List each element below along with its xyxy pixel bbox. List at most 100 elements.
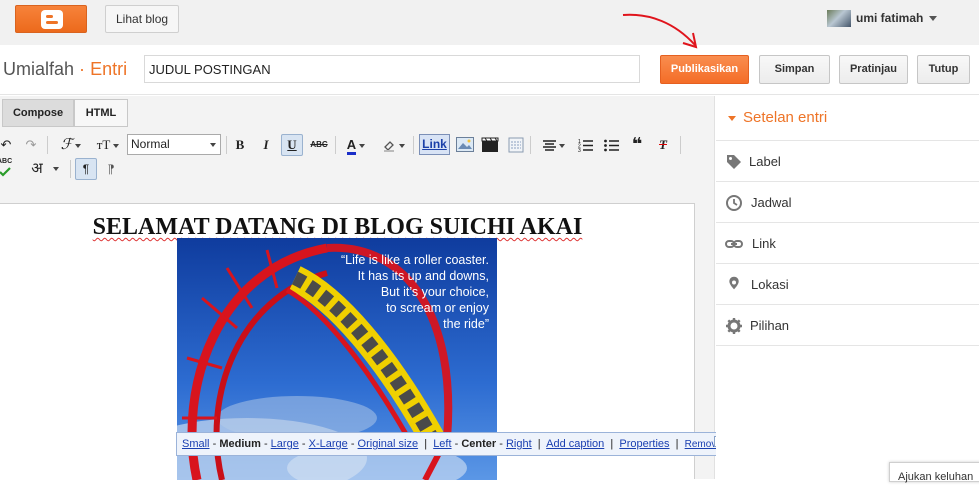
separator: | [424,438,428,450]
add-caption-link[interactable]: Add caption [546,438,604,450]
clock-icon [726,195,742,211]
left-to-right-button[interactable]: ¶ [75,158,97,180]
insert-jump-break-icon[interactable] [508,137,524,153]
post-settings-title: Setelan entri [743,109,828,126]
link-icon [725,240,743,248]
quote-line: to scream or enjoy [386,301,489,315]
remove-formatting-icon[interactable]: T [654,135,672,155]
chevron-down-icon [929,16,937,21]
sidebar-item-text: Pilihan [750,318,790,333]
chevron-down-icon [52,167,59,172]
post-title-input[interactable] [144,55,640,83]
sidebar-item-options[interactable]: Pilihan [716,305,979,346]
insert-video-icon[interactable] [481,137,499,153]
post-heading: SELAMAT DATANG DI BLOG SUICHI AKAI [92,214,583,240]
post-settings-header[interactable]: Setelan entri [716,96,979,141]
svg-text:3: 3 [578,148,581,152]
underline-button[interactable]: U [281,134,303,156]
bullet-list-icon[interactable] [604,138,619,152]
text-color-button[interactable]: A [341,135,371,155]
blockquote-icon[interactable]: ❝ [628,134,646,154]
quote-line: It has its up and downs, [357,269,489,283]
avatar [827,10,851,27]
separator: | [610,438,614,450]
numbered-list-icon[interactable]: 123 [578,138,593,152]
post-editor: Compose HTML ↶ ↷ ℱ тT Normal B I U ABC A… [0,96,715,480]
chevron-down-icon [359,143,366,148]
font-size-button[interactable]: тT [92,135,124,155]
blog-name[interactable]: Umialfah [3,59,74,79]
bold-button[interactable]: B [232,135,248,155]
close-button[interactable]: Tutup [917,55,970,84]
toolbar-separator [335,136,336,154]
breadcrumb-separator: · [79,59,86,79]
size-small-link[interactable]: Small [182,438,210,450]
sidebar-item-text: Jadwal [751,195,792,210]
link-button[interactable]: Link [419,134,450,155]
align-center-icon [543,139,556,151]
spell-check-icon: ABC [0,158,13,165]
separator: - [212,438,217,450]
blogger-logo-button[interactable] [15,5,87,33]
align-center-selected: Center [461,438,497,450]
sidebar-item-text: Link [752,236,776,251]
gear-icon [726,318,742,334]
image-properties-bubble: Small - Medium - Large - X-Large - Origi… [176,432,729,456]
font-size-icon: тT [96,137,111,152]
align-button[interactable] [539,135,569,155]
redo-icon[interactable]: ↷ [23,135,39,155]
quote-line: “Life is like a roller coaster. [341,253,489,267]
highlight-color-button[interactable] [378,135,408,155]
align-left-link[interactable]: Left [433,438,451,450]
separator: - [454,438,459,450]
separator: | [537,438,541,450]
image-quote: “Life is like a roller coaster. It has i… [299,252,489,332]
size-original-link[interactable]: Original size [358,438,419,450]
tab-compose[interactable]: Compose [2,99,74,127]
size-xlarge-link[interactable]: X-Large [309,438,348,450]
separator: | [675,438,679,450]
hindi-input-icon: अ [31,160,43,177]
sidebar-item-link[interactable]: Link [716,223,979,264]
toolbar-separator [226,136,227,154]
size-medium-selected: Medium [219,438,261,450]
properties-link[interactable]: Properties [619,438,669,450]
transliteration-button[interactable]: अ [23,159,67,179]
text-color-icon: A [346,138,357,155]
caret-down-icon [728,116,736,121]
breadcrumb-section: Entri [90,59,128,79]
highlight-icon [383,140,394,152]
undo-icon[interactable]: ↶ [0,135,14,155]
sidebar-item-location[interactable]: Lokasi [716,264,979,305]
location-pin-icon [729,276,739,290]
view-blog-button[interactable]: Lihat blog [105,5,180,33]
sidebar-item-schedule[interactable]: Jadwal [716,182,979,223]
separator: - [350,438,355,450]
sidebar-item-text: Lokasi [751,277,789,292]
separator: - [301,438,306,450]
size-large-link[interactable]: Large [271,438,299,450]
italic-button[interactable]: I [258,135,274,155]
tag-icon [727,155,741,169]
insert-image-icon[interactable] [456,137,474,152]
preview-button[interactable]: Pratinjau [839,55,908,84]
right-to-left-button[interactable]: ¶ [102,159,120,179]
align-right-link[interactable]: Right [506,438,532,450]
tab-html[interactable]: HTML [74,99,128,127]
feedback-button[interactable]: Ajukan keluhan [889,462,979,483]
chevron-down-icon [398,143,405,148]
sidebar-item-label[interactable]: Label [716,141,979,182]
format-select[interactable]: Normal [127,134,221,155]
strikethrough-button[interactable]: ABC [308,135,330,155]
publish-button[interactable]: Publikasikan [660,55,749,84]
spell-check-button[interactable]: ABC [0,158,13,181]
toolbar-separator [70,160,71,178]
font-family-button[interactable]: ℱ [55,135,87,155]
toolbar-separator [47,136,48,154]
sidebar-item-text: Label [749,154,781,169]
chevron-down-icon [113,144,120,149]
save-button[interactable]: Simpan [759,55,830,84]
quote-line: the ride” [443,317,489,331]
quote-line: But it’s your choice, [380,285,489,299]
toolbar-separator [413,136,414,154]
